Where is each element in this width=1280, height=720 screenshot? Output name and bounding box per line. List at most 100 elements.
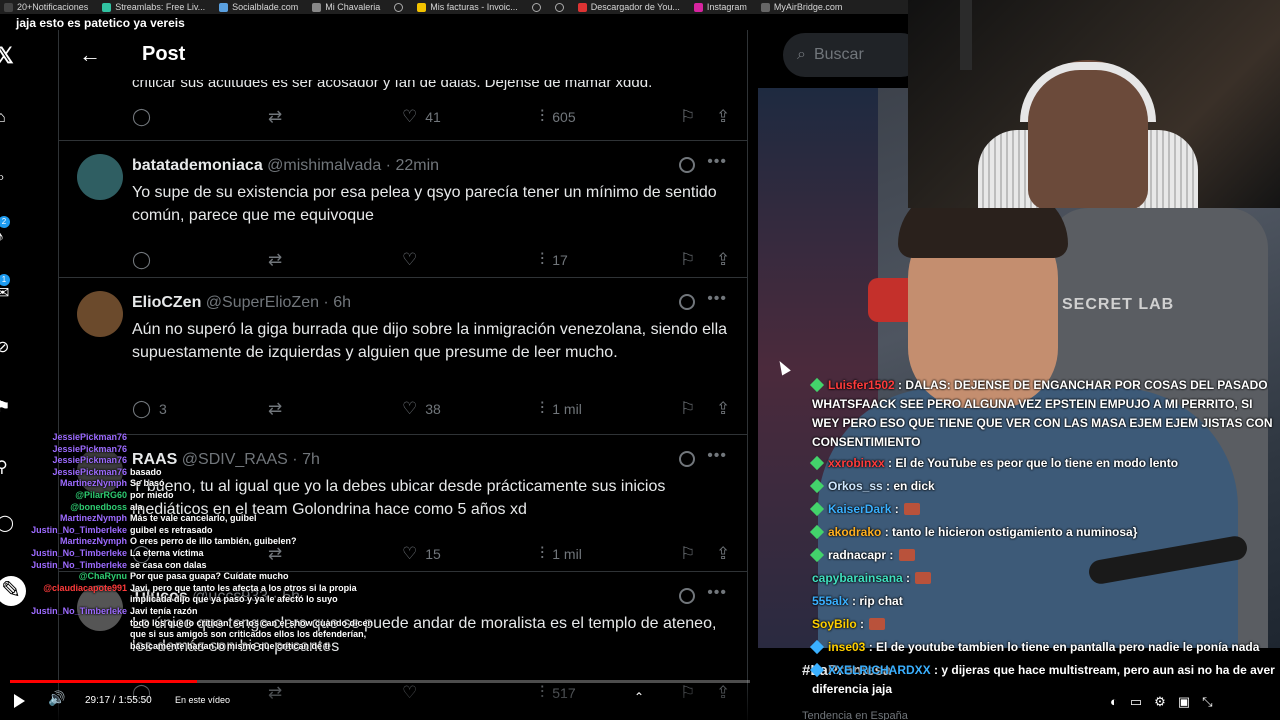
chat-username[interactable]: radnacapr <box>828 548 886 562</box>
chat-username[interactable]: akodrako <box>828 525 881 539</box>
chat-username[interactable]: Justin_No_Timberleke <box>0 525 130 537</box>
share-button[interactable]: ⇪ <box>716 108 730 125</box>
avatar[interactable] <box>77 291 123 337</box>
grok-icon[interactable] <box>679 451 695 467</box>
avatar[interactable] <box>77 154 123 200</box>
views-button[interactable]: ⫶ 17 <box>540 251 568 268</box>
chat-separator: : <box>884 456 896 470</box>
notifications-icon[interactable]: ♪ <box>0 230 12 246</box>
chat-username[interactable]: JessiePickman76 <box>0 455 130 467</box>
more-icon[interactable]: ••• <box>707 153 727 171</box>
reply-button[interactable]: ◯ <box>132 251 159 268</box>
settings-icon[interactable]: ⚙ <box>1154 694 1166 710</box>
chat-username[interactable]: JessiePickman76 <box>0 467 130 479</box>
bookmark-button[interactable]: ⚐ <box>680 251 695 268</box>
chat-username[interactable]: capybarainsana <box>812 571 903 585</box>
like-button[interactable]: ♡ 15 <box>402 545 441 562</box>
chat-message: JessiePickman76 <box>0 444 380 456</box>
chat-username[interactable]: @PilarRG60 <box>0 490 130 502</box>
bookmark-item[interactable]: Mi Chavaleria <box>312 2 380 12</box>
tweet-author-name[interactable]: ElioCZen <box>132 294 201 311</box>
views-button[interactable]: ⫶ 605 <box>540 108 576 125</box>
autoplay-toggle[interactable]: ◐ <box>1110 694 1118 710</box>
chat-text: tanto le hicieron ostigamiento a numinos… <box>892 525 1138 539</box>
chat-username[interactable]: XXELRICHARDXX <box>828 663 931 677</box>
grok-icon[interactable] <box>679 294 695 310</box>
tweet-handle[interactable]: @SuperElioZen <box>206 294 319 311</box>
chat-username[interactable]: Justin_No_Timberleke <box>0 606 130 618</box>
tweet-time[interactable]: 6h <box>333 294 351 311</box>
chat-username[interactable]: Orkos_ss <box>828 479 883 493</box>
chat-username[interactable]: KaiserDark <box>828 502 891 516</box>
bookmark-icon[interactable] <box>394 2 404 12</box>
in-video-label[interactable]: En este vídeo <box>175 695 230 705</box>
search-input[interactable]: ⌕ Buscar <box>783 33 923 77</box>
chat-username[interactable]: MartinezNymph <box>0 536 130 548</box>
bookmark-item[interactable]: Socialblade.com <box>219 2 298 12</box>
chat-username[interactable]: inse03 <box>828 640 865 654</box>
x-logo-icon[interactable]: 𝕏 <box>0 45 14 67</box>
retweet-button[interactable]: ⇄ <box>268 251 290 268</box>
tweet[interactable]: batatademoniaca @mishimalvada · 22min •••… <box>59 140 747 277</box>
grok-icon[interactable] <box>679 588 695 604</box>
bookmark-icon[interactable] <box>554 2 564 12</box>
fullscreen-icon[interactable]: ⤡ <box>1202 694 1212 710</box>
grok-icon[interactable] <box>679 157 695 173</box>
like-button[interactable]: ♡ <box>402 251 425 268</box>
chat-username[interactable]: @bonedboss <box>0 502 130 514</box>
chat-username[interactable]: JessiePickman76 <box>0 432 130 444</box>
views-button[interactable]: ⫶ 1 mil <box>540 545 582 562</box>
share-button[interactable]: ⇪ <box>716 545 730 562</box>
views-button[interactable]: ⫶ 1 mil <box>540 400 582 417</box>
tweet-time[interactable]: 22min <box>395 157 439 174</box>
chat-username[interactable]: xxrobinxx <box>828 456 885 470</box>
chat-username[interactable]: SoyBilo <box>812 617 857 631</box>
chat-username[interactable]: MartinezNymph <box>0 478 130 490</box>
bookmark-item[interactable]: Instagram <box>693 2 747 12</box>
more-icon[interactable]: ••• <box>707 447 727 465</box>
more-icon[interactable]: ••• <box>707 290 727 308</box>
arrow-left-icon[interactable]: ← <box>79 42 101 68</box>
chevron-up-icon[interactable]: ⌃ <box>634 690 644 704</box>
subtitles-icon[interactable]: ▭ <box>1130 694 1142 710</box>
reply-button[interactable]: ◯ 3 <box>132 400 167 417</box>
like-button[interactable]: ♡ 41 <box>402 108 441 125</box>
bookmark-button[interactable]: ⚐ <box>680 400 695 417</box>
search-nav-icon[interactable]: ⌕ <box>0 170 12 186</box>
chat-username[interactable]: Justin_No_Timberleke <box>0 548 130 560</box>
retweet-button[interactable]: ⇄ <box>268 400 290 417</box>
grok-icon[interactable]: ⊘ <box>0 340 12 356</box>
messages-icon[interactable]: ✉ <box>0 286 12 302</box>
chat-username[interactable]: Luisfer1502 <box>828 378 895 392</box>
play-icon[interactable] <box>14 694 25 708</box>
bookmark-icon[interactable] <box>531 2 541 12</box>
reply-button[interactable]: ◯ <box>132 108 151 125</box>
bookmarks-nav-icon[interactable]: ⚑ <box>0 400 12 416</box>
bookmark-item[interactable]: Streamlabs: Free Liv... <box>102 2 205 12</box>
chat-username[interactable]: MartinezNymph <box>0 513 130 525</box>
chat-username[interactable]: 555alx <box>812 594 849 608</box>
tweet-author-name[interactable]: batatademoniaca <box>132 157 263 174</box>
chat-username[interactable]: Justin_No_Timberleke <box>0 560 130 572</box>
retweet-button[interactable]: ⇄ <box>268 108 282 125</box>
like-button[interactable]: ♡ 38 <box>402 400 441 417</box>
share-button[interactable]: ⇪ <box>716 400 730 417</box>
chat-username[interactable]: JessiePickman76 <box>0 444 130 456</box>
share-button[interactable]: ⇪ <box>716 251 730 268</box>
chat-username[interactable]: @claudiacapote991 <box>0 583 130 595</box>
chat-username[interactable]: @ChaRynu <box>0 571 130 583</box>
bookmark-item[interactable]: MyAirBridge.com <box>760 2 842 12</box>
home-icon[interactable]: ⌂ <box>0 110 12 126</box>
miniplayer-icon[interactable]: ▣ <box>1178 694 1190 710</box>
reply-count: 3 <box>159 400 167 417</box>
bookmark-button[interactable]: ⚐ <box>680 545 695 562</box>
progress-bar[interactable] <box>10 680 750 683</box>
tweet[interactable]: ElioCZen @SuperElioZen · 6h ••• Aún no sup… <box>59 277 747 434</box>
tweet-handle[interactable]: @mishimalvada <box>267 157 381 174</box>
more-icon[interactable]: ••• <box>707 584 727 602</box>
bookmark-button[interactable]: ⚐ <box>680 108 695 125</box>
bookmark-item[interactable]: Mis facturas - Invoic... <box>417 2 518 12</box>
bookmark-item[interactable]: Descargador de You... <box>577 2 680 12</box>
volume-icon[interactable]: 🔊 <box>48 690 65 707</box>
bookmark-item[interactable]: 20+Notificaciones <box>4 2 88 12</box>
